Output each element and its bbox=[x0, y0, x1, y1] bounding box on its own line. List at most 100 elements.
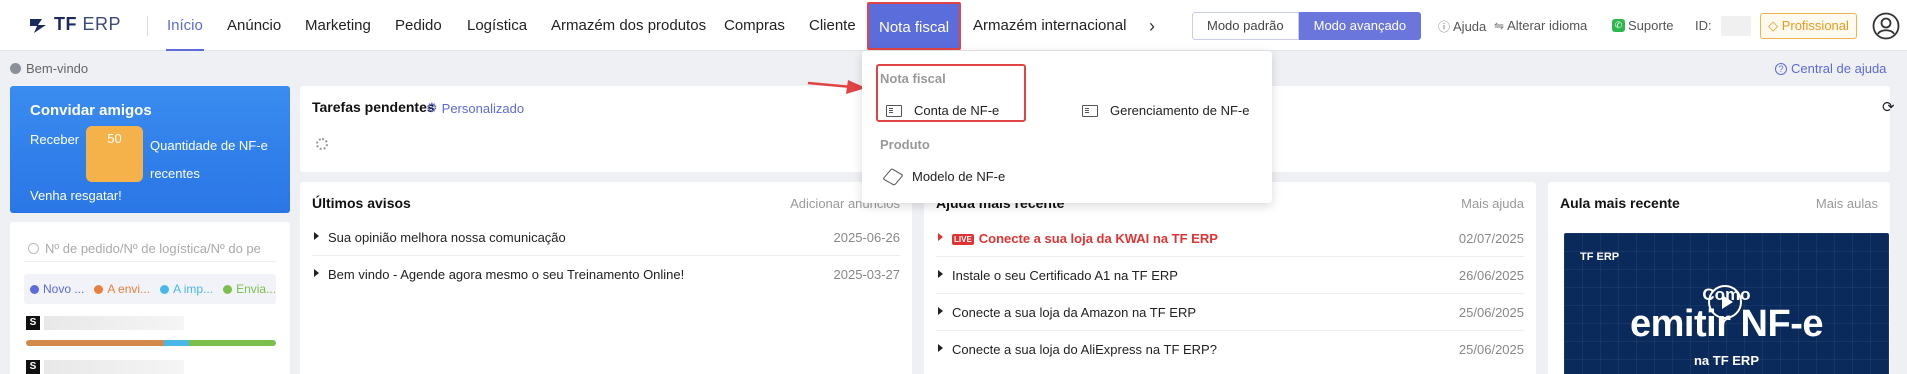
invite-cta[interactable]: Venha resgatar! bbox=[30, 188, 122, 203]
help-article-date: 25/06/2025 bbox=[1458, 342, 1524, 357]
logo[interactable]: TF ERP bbox=[28, 14, 121, 35]
loading-spinner-icon bbox=[316, 138, 328, 150]
nav-tab-logistica[interactable]: Logística bbox=[467, 0, 527, 51]
help-article-date: 02/07/2025 bbox=[1458, 231, 1524, 246]
live-badge: LIVE bbox=[952, 234, 974, 245]
thumbnail-line2: emitir NF-e bbox=[1630, 303, 1823, 345]
caret-right-icon bbox=[938, 233, 943, 241]
nav-tab-pedido[interactable]: Pedido bbox=[395, 0, 442, 51]
invite-amount-badge: 50 bbox=[86, 126, 143, 182]
info-icon bbox=[10, 63, 21, 74]
help-article-text: Instale o seu Certificado A1 na TF ERP bbox=[952, 268, 1178, 283]
invite-receive-label: Receber bbox=[30, 132, 80, 147]
nav-tab-inicio[interactable]: Início bbox=[157, 0, 213, 51]
store-name-redacted bbox=[44, 316, 184, 330]
help-article-text: Conecte a sua loja do AliExpress na TF E… bbox=[952, 342, 1217, 357]
nota-fiscal-dropdown: Nota fiscal Conta de NF-e Gerenciamento … bbox=[862, 51, 1272, 203]
status-dot bbox=[160, 284, 170, 294]
nav-divider bbox=[147, 16, 148, 36]
invoice-icon bbox=[886, 104, 902, 117]
store-icon: S bbox=[26, 360, 40, 374]
latest-course-title: Aula mais recente bbox=[1560, 195, 1680, 211]
swap-icon: ⇋ bbox=[1494, 18, 1505, 33]
menu-item-label: Modelo de NF-e bbox=[912, 169, 1006, 184]
id-value-redacted bbox=[1721, 16, 1751, 36]
nav-tab-cliente[interactable]: Cliente bbox=[809, 0, 856, 51]
standard-mode-button[interactable]: Modo padrão bbox=[1192, 12, 1299, 40]
menu-item-gerenciamento-nfe[interactable]: Gerenciamento de NF-e bbox=[1082, 103, 1249, 118]
pro-button[interactable]: ◇ Profissional bbox=[1760, 13, 1857, 39]
help-article-row[interactable]: Conecte a sua loja da Amazon na TF ERP 2… bbox=[936, 294, 1524, 331]
course-thumbnail[interactable]: TF ERP Como emitir NF-e na TF ERP bbox=[1564, 233, 1889, 374]
help-article-date: 26/06/2025 bbox=[1458, 268, 1524, 283]
help-article-text: LIVE Conecte a sua loja da KWAI na TF ERP bbox=[952, 231, 1218, 246]
status-shipped[interactable]: Envia... bbox=[223, 282, 276, 296]
help-center-label: Central de ajuda bbox=[1791, 61, 1887, 76]
top-navbar: TF ERP Início Anúncio Marketing Pedido L… bbox=[0, 0, 1907, 51]
status-to-print[interactable]: A imp... bbox=[160, 282, 213, 296]
box-icon bbox=[882, 167, 904, 186]
store-name-redacted bbox=[44, 360, 184, 374]
status-dot bbox=[223, 284, 233, 294]
chevron-right-icon[interactable]: › bbox=[1142, 14, 1162, 38]
notices-card: Últimos avisos Adicionar anúncios Sua op… bbox=[300, 182, 912, 374]
nav-tab-anuncio[interactable]: Anúncio bbox=[227, 0, 281, 51]
search-icon bbox=[28, 243, 39, 254]
order-status-filter: Novo ... A envi... A imp... Envia... bbox=[24, 274, 276, 304]
question-circle-icon: ⓘ bbox=[1438, 20, 1451, 34]
store-icon: S bbox=[26, 316, 40, 330]
order-status-progress bbox=[26, 340, 276, 346]
welcome-bar: Bem-vindo bbox=[10, 61, 88, 76]
help-article-text: Conecte a sua loja da Amazon na TF ERP bbox=[952, 305, 1197, 320]
notice-row[interactable]: Sua opinião melhora nossa comunicação 20… bbox=[312, 219, 900, 256]
menu-item-conta-nfe[interactable]: Conta de NF-e bbox=[886, 103, 999, 118]
invite-title: Convidar amigos bbox=[30, 102, 152, 119]
caret-right-icon bbox=[938, 344, 943, 352]
thumbnail-brand: TF ERP bbox=[1580, 251, 1620, 263]
status-dot bbox=[94, 284, 104, 294]
more-courses-link[interactable]: Mais aulas bbox=[1816, 196, 1878, 211]
help-article-row[interactable]: Conecte a sua loja do AliExpress na TF E… bbox=[936, 331, 1524, 368]
notice-date: 2025-03-27 bbox=[833, 267, 901, 282]
more-help-link[interactable]: Mais ajuda bbox=[1461, 196, 1524, 211]
order-search-input[interactable]: Nº de pedido/Nº de logística/Nº do pe bbox=[24, 236, 276, 262]
gear-icon: ⚙ bbox=[426, 100, 438, 115]
invite-friends-card[interactable]: Convidar amigos Receber 50 Quantidade de… bbox=[10, 86, 290, 213]
status-to-ship[interactable]: A envi... bbox=[94, 282, 150, 296]
nav-tab-armazem-produtos[interactable]: Armazém dos produtos bbox=[551, 0, 706, 51]
nav-tab-compras[interactable]: Compras bbox=[724, 0, 785, 51]
caret-right-icon bbox=[314, 232, 319, 240]
help-link[interactable]: ⓘ Ajuda bbox=[1438, 18, 1486, 35]
nav-tab-nota-fiscal[interactable]: Nota fiscal bbox=[867, 2, 962, 50]
notice-text: Bem vindo - Agende agora mesmo o seu Tre… bbox=[328, 267, 685, 282]
welcome-text: Bem-vindo bbox=[26, 61, 89, 76]
support-link-label: Suporte bbox=[1628, 18, 1674, 33]
customize-label: Personalizado bbox=[441, 100, 525, 116]
customize-link[interactable]: ⚙ Personalizado bbox=[426, 100, 524, 116]
menu-item-modelo-nfe[interactable]: Modelo de NF-e bbox=[882, 167, 1006, 186]
advanced-mode-button[interactable]: Modo avançado bbox=[1298, 12, 1422, 40]
order-search-card: Nº de pedido/Nº de logística/Nº do pe No… bbox=[10, 222, 290, 374]
nav-tab-armazem-internacional[interactable]: Armazém internacional bbox=[973, 0, 1126, 51]
notices-title: Últimos avisos bbox=[312, 195, 411, 211]
support-link[interactable]: ✆ Suporte bbox=[1612, 18, 1674, 33]
help-center-link[interactable]: ? Central de ajuda bbox=[1775, 61, 1886, 76]
annotation-arrow-icon bbox=[808, 80, 866, 94]
help-link-label: Ajuda bbox=[1453, 19, 1487, 34]
thumbnail-line3: na TF ERP bbox=[1693, 353, 1759, 368]
help-article-row[interactable]: Instale o seu Certificado A1 na TF ERP 2… bbox=[936, 257, 1524, 294]
language-link[interactable]: ⇋ Alterar idioma bbox=[1494, 18, 1587, 33]
notice-date: 2025-06-26 bbox=[833, 230, 901, 245]
user-avatar-icon[interactable] bbox=[1872, 12, 1900, 40]
invoice-icon bbox=[1082, 104, 1098, 117]
whatsapp-icon: ✆ bbox=[1612, 19, 1625, 32]
help-article-row[interactable]: LIVE Conecte a sua loja da KWAI na TF ERP… bbox=[936, 220, 1524, 257]
refresh-icon[interactable]: ⟳ bbox=[1882, 98, 1895, 116]
language-link-label: Alterar idioma bbox=[1507, 18, 1588, 33]
notice-row[interactable]: Bem vindo - Agende agora mesmo o seu Tre… bbox=[312, 256, 900, 293]
invite-description: Quantidade de NF-e recentes bbox=[150, 138, 268, 181]
pending-tasks-title: Tarefas pendentes bbox=[312, 99, 435, 115]
dropdown-group-nota-fiscal: Nota fiscal bbox=[880, 71, 946, 86]
nav-tab-marketing[interactable]: Marketing bbox=[305, 0, 371, 51]
status-new[interactable]: Novo ... bbox=[30, 282, 84, 296]
